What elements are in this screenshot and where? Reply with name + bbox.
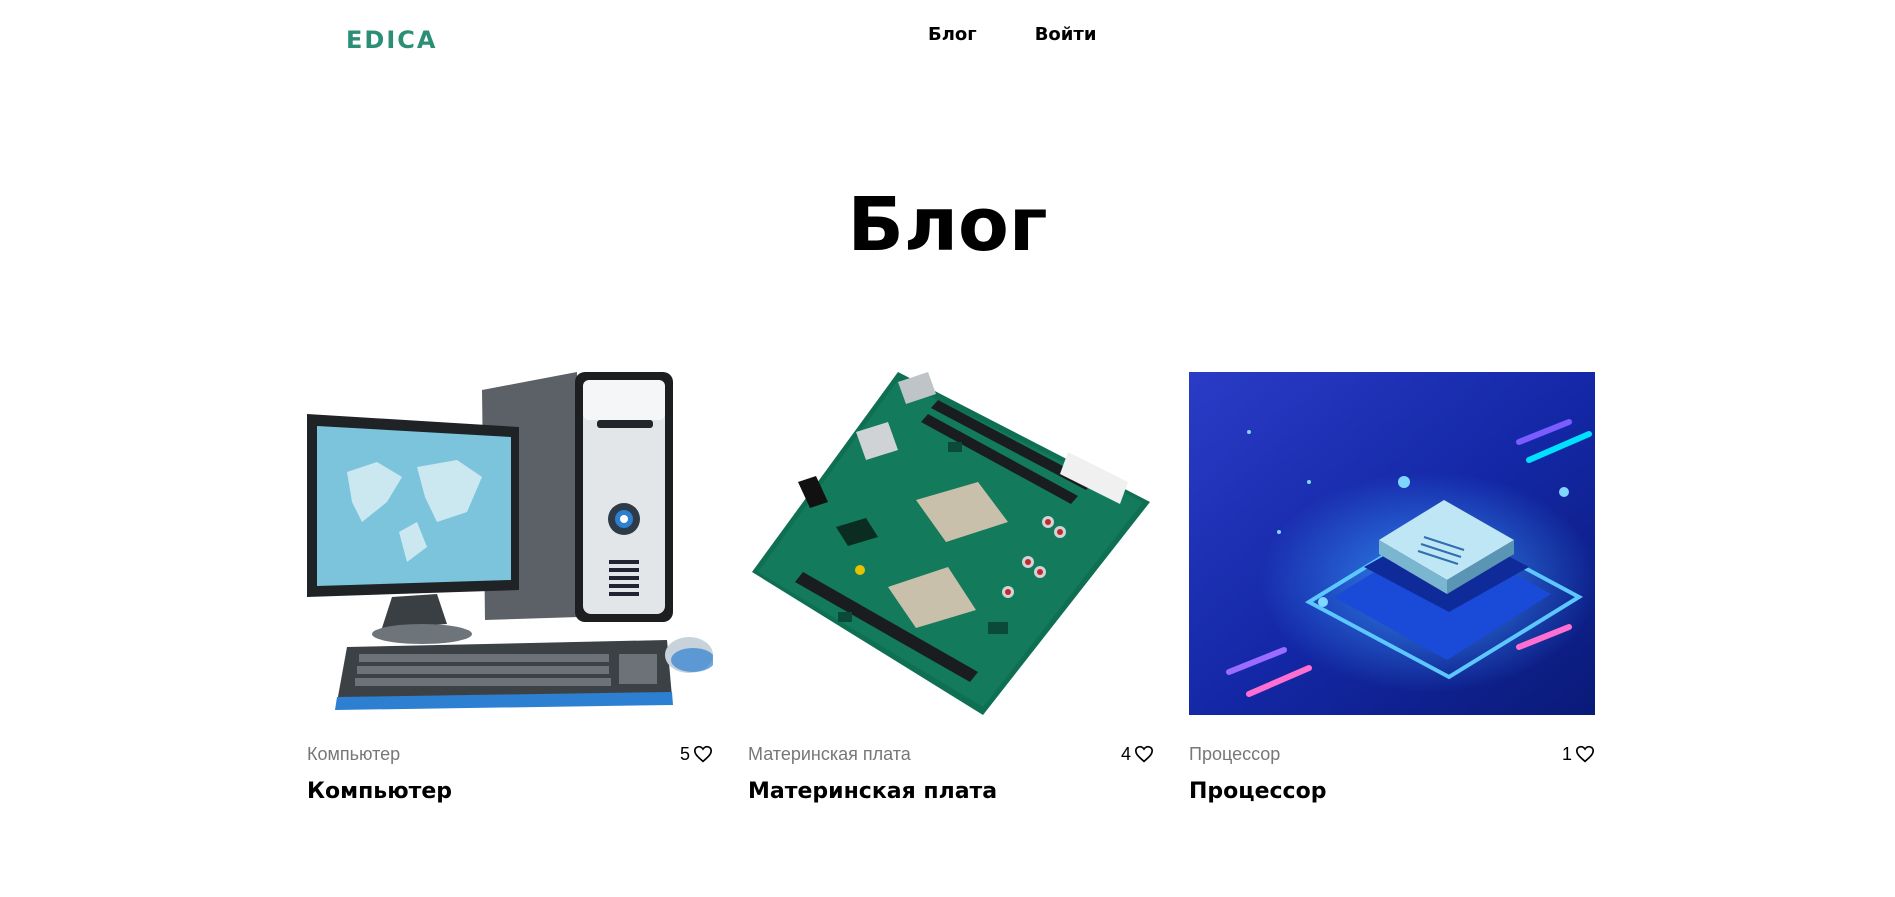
post-category[interactable]: Компьютер xyxy=(307,744,400,765)
page: EDICA Блог Войти Блог Компьютер 5 Компью… xyxy=(0,0,1895,897)
nav-link-login[interactable]: Войти xyxy=(1035,24,1097,45)
like-control[interactable]: 5 xyxy=(680,744,713,765)
post-title[interactable]: Материнская плата xyxy=(748,779,1154,804)
like-control[interactable]: 1 xyxy=(1562,744,1595,765)
heart-icon[interactable] xyxy=(1134,745,1154,763)
page-title: Блог xyxy=(847,182,1048,268)
post-category[interactable]: Материнская плата xyxy=(748,744,911,765)
post-meta: Процессор 1 xyxy=(1189,743,1595,765)
post-title[interactable]: Процессор xyxy=(1189,779,1595,804)
like-count: 4 xyxy=(1120,743,1131,764)
like-count: 5 xyxy=(679,743,690,764)
logo[interactable]: EDICA xyxy=(346,26,437,54)
motherboard-image[interactable] xyxy=(748,372,1154,715)
like-control[interactable]: 4 xyxy=(1121,744,1154,765)
main-nav: Блог Войти xyxy=(928,24,1096,45)
post-card-motherboard[interactable]: Материнская плата 4 Материнская плата xyxy=(748,372,1154,804)
like-count: 1 xyxy=(1561,743,1572,764)
post-meta: Компьютер 5 xyxy=(307,743,713,765)
heart-icon[interactable] xyxy=(1575,745,1595,763)
computer-image[interactable] xyxy=(307,372,713,715)
post-meta: Материнская плата 4 xyxy=(748,743,1154,765)
post-category[interactable]: Процессор xyxy=(1189,744,1280,765)
post-card-computer[interactable]: Компьютер 5 Компьютер xyxy=(307,372,713,804)
post-card-processor[interactable]: Процессор 1 Процессор xyxy=(1189,372,1595,804)
nav-link-blog[interactable]: Блог xyxy=(928,24,977,45)
processor-image[interactable] xyxy=(1189,372,1595,715)
post-title[interactable]: Компьютер xyxy=(307,779,713,804)
heart-icon[interactable] xyxy=(693,745,713,763)
